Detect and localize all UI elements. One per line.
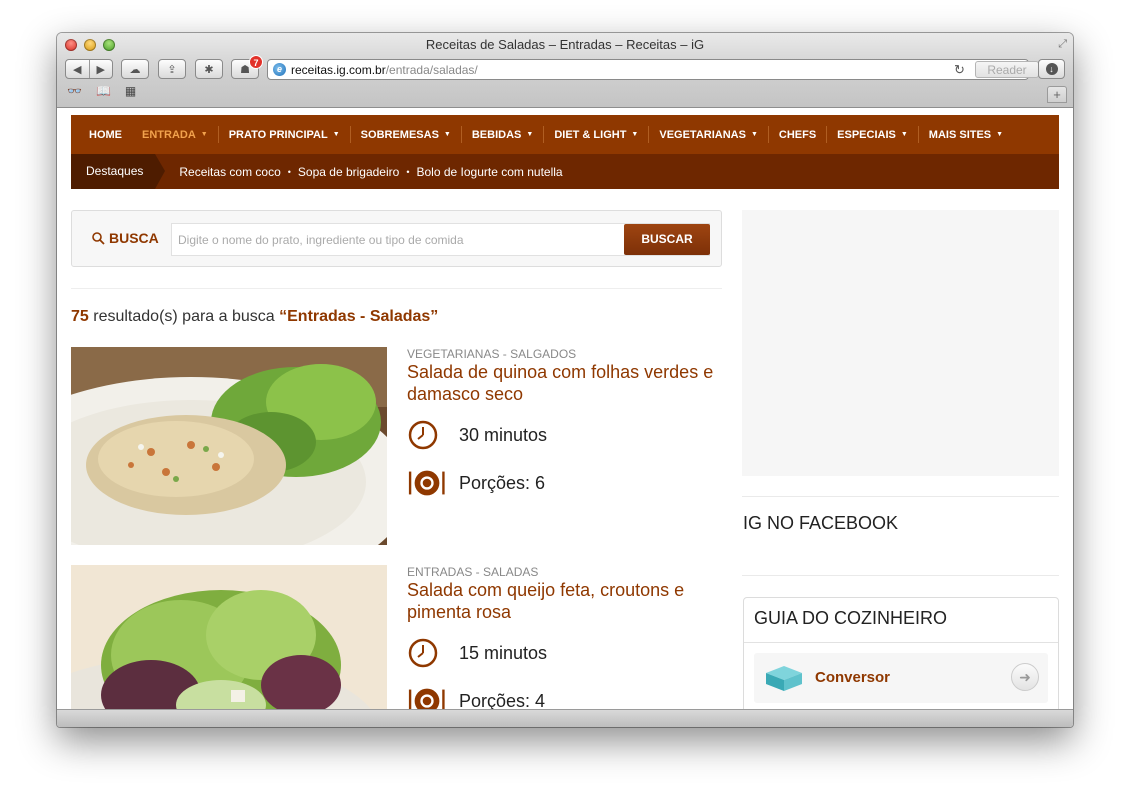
nav-item-prato-principal[interactable]: PRATO PRINCIPAL ▼ (219, 129, 350, 141)
conversor-item[interactable]: Conversor ➜ (754, 653, 1048, 703)
nav-item-chefs[interactable]: CHEFS (769, 129, 826, 141)
reload-icon[interactable]: ↻ (954, 62, 965, 78)
results-query: “Entradas - Saladas” (279, 308, 439, 325)
nav-item-bebidas[interactable]: BEBIDAS ▼ (462, 129, 543, 141)
chevron-down-icon: ▼ (332, 131, 340, 138)
fullscreen-icon[interactable]: ⤢ (1058, 38, 1067, 51)
recipe-title[interactable]: Salada de quinoa com folhas verdes e dam… (407, 361, 722, 405)
page-viewport: HOME ENTRADA ▼ PRATO PRINCIPAL ▼ SOBREMESAS ▼ B… (57, 108, 1073, 710)
top-sites-icon[interactable]: ▦ (125, 84, 136, 98)
forward-icon[interactable]: ▶ (89, 63, 112, 76)
clock-icon (407, 419, 447, 451)
reading-list-icon[interactable]: 👓 (67, 84, 82, 98)
search-box: BUSCA BUSCAR (71, 210, 722, 267)
address-bar[interactable]: e receitas.ig.com.br/entrada/saladas/ ↻ … (267, 59, 1039, 80)
results-count: 75 (71, 308, 89, 325)
highlights-list: Receitas com coco • Sopa de brigadeiro •… (179, 164, 563, 179)
new-tab-button[interactable]: + (1047, 86, 1067, 103)
guia-title: GUIA DO COZINHEIRO (754, 608, 948, 628)
download-icon: ↓ (1045, 63, 1058, 75)
url-domain: receitas.ig.com.br (291, 63, 386, 77)
notification-badge: 7 (249, 55, 263, 69)
search-button[interactable]: BUSCAR (624, 224, 710, 255)
nav-item-diet-light[interactable]: DIET & LIGHT ▼ (544, 129, 648, 141)
recipe-category[interactable]: ENTRADAS - SALADAS (407, 565, 538, 579)
share-button[interactable]: ⇪ (158, 59, 186, 79)
browser-toolbar: Receitas de Saladas – Entradas – Receita… (57, 33, 1073, 108)
recipe-card: VEGETARIANAS - SALGADOS Salada de quinoa… (71, 347, 722, 545)
downloads-button[interactable]: ↓ (1038, 59, 1065, 79)
status-bar (57, 709, 1073, 727)
highlight-link[interactable]: Sopa de brigadeiro (298, 165, 399, 179)
recipe-category[interactable]: VEGETARIANAS - SALGADOS (407, 347, 576, 361)
recipe-servings: Porções: 4 (407, 685, 545, 710)
clock-icon (407, 637, 447, 669)
chevron-down-icon: ▼ (443, 131, 451, 138)
ad-placeholder (742, 210, 1059, 476)
browser-window: Receitas de Saladas – Entradas – Receita… (57, 33, 1073, 727)
highlight-link[interactable]: Bolo de Iogurte com nutella (416, 165, 562, 179)
highlights-bar: Destaques Receitas com coco • Sopa de br… (71, 154, 1059, 189)
facebook-widget-title: IG NO FACEBOOK (743, 513, 899, 533)
back-icon[interactable]: ◀ (66, 63, 89, 76)
plate-icon (407, 467, 447, 499)
nav-item-sobremesas[interactable]: SOBREMESAS ▼ (351, 129, 461, 141)
nav-item-entrada[interactable]: ENTRADA ▼ (132, 129, 218, 141)
nav-item-mais-sites[interactable]: MAIS SITES ▼ (919, 129, 1013, 141)
chevron-down-icon: ▼ (200, 131, 208, 138)
share-icon: ⇪ (167, 63, 177, 76)
chevron-down-icon: ▼ (631, 131, 639, 138)
guia-do-cozinheiro: GUIA DO COZINHEIRO Conversor ➜ (743, 597, 1059, 710)
window-title: Receitas de Saladas – Entradas – Receita… (425, 37, 705, 52)
icloud-tabs-button[interactable]: ☁ (121, 59, 149, 79)
url-text[interactable]: receitas.ig.com.br/entrada/saladas/ (291, 63, 478, 77)
recipe-servings: Porções: 6 (407, 467, 545, 499)
recipe-image[interactable] (71, 565, 387, 710)
extension-icon: ✱ (204, 63, 214, 76)
recipe-time: 15 minutos (407, 637, 547, 669)
chevron-down-icon: ▼ (996, 131, 1004, 138)
destaques-label: Destaques (71, 154, 166, 189)
reader-button[interactable]: Reader (975, 61, 1039, 78)
main-nav: HOME ENTRADA ▼ PRATO PRINCIPAL ▼ SOBREMESAS ▼ B… (71, 115, 1059, 189)
search-icon (92, 231, 105, 245)
chevron-down-icon: ▼ (900, 131, 908, 138)
recipe-time: 30 minutos (407, 419, 547, 451)
nav-menu: HOME ENTRADA ▼ PRATO PRINCIPAL ▼ SOBREMESAS ▼ B… (71, 115, 1059, 154)
nav-item-vegetarianas[interactable]: VEGETARIANAS ▼ (649, 129, 768, 141)
recipe-image[interactable] (71, 347, 387, 545)
bookmarks-icon[interactable]: 📖 (96, 84, 111, 98)
search-label: BUSCA (92, 230, 159, 246)
cloud-icon: ☁ (129, 63, 141, 76)
url-path: /entrada/saladas/ (385, 63, 478, 77)
ie-site-icon: e (273, 63, 286, 76)
extension-button[interactable]: ✱ (195, 59, 223, 79)
recipe-title[interactable]: Salada com queijo feta, croutons e pimen… (407, 579, 722, 623)
recipe-card: ENTRADAS - SALADAS Salada com queijo fet… (71, 565, 722, 710)
conversor-label: Conversor (815, 669, 891, 686)
arrow-right-icon[interactable]: ➜ (1011, 663, 1039, 691)
bookmarks-bar: 👓 📖 ▦ (67, 84, 136, 98)
converter-icon (766, 666, 802, 691)
back-forward-buttons[interactable]: ◀ ▶ (65, 59, 113, 79)
nav-item-especiais[interactable]: ESPECIAIS ▼ (827, 129, 918, 141)
chevron-down-icon: ▼ (750, 131, 758, 138)
plate-icon (407, 685, 447, 710)
highlight-link[interactable]: Receitas com coco (179, 165, 280, 179)
results-summary: 75 resultado(s) para a busca “Entradas -… (71, 308, 439, 325)
nav-item-home[interactable]: HOME (79, 129, 132, 141)
chevron-down-icon: ▼ (526, 131, 534, 138)
